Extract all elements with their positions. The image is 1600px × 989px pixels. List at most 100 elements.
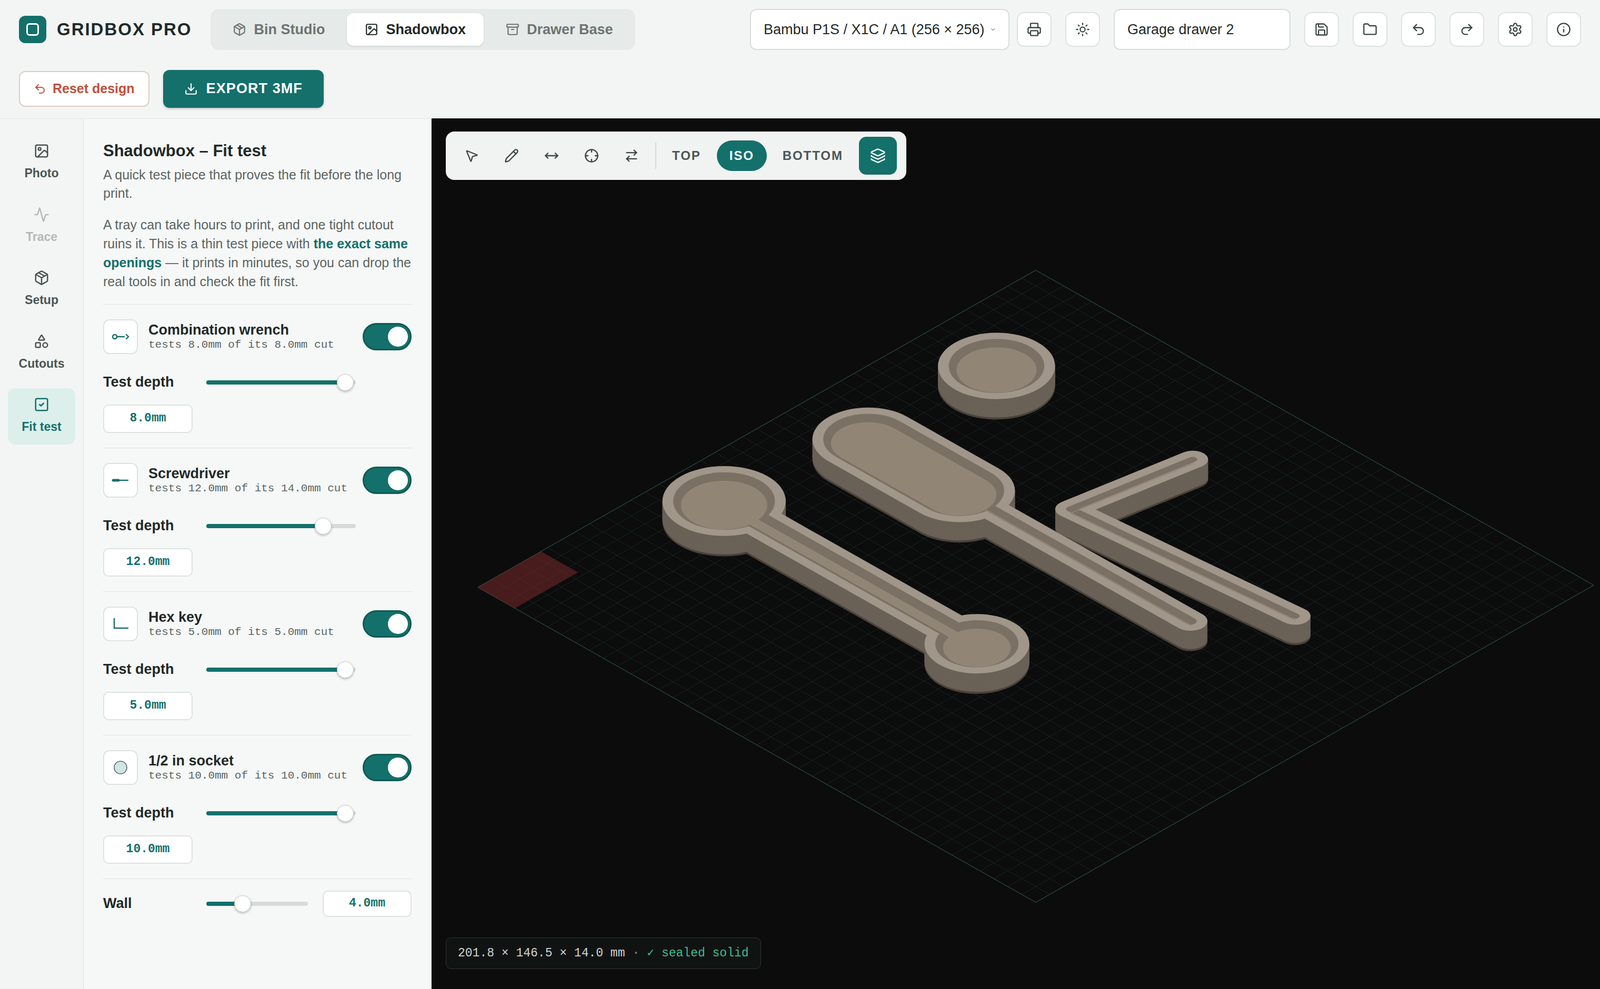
fit-test-panel: Shadowbox – Fit testA quick test piece t… xyxy=(83,118,432,989)
reset-icon xyxy=(33,82,47,96)
rail-icon xyxy=(33,270,50,286)
depth-value[interactable]: 5.0mm xyxy=(103,692,193,721)
app: GRIDBOX PROBin StudioShadowboxDrawer Bas… xyxy=(0,0,1600,989)
fit-test-model[interactable] xyxy=(636,307,1409,766)
item-icon-box xyxy=(103,319,138,355)
slider-fill xyxy=(206,811,346,816)
slider[interactable] xyxy=(206,374,356,392)
item-icon-box xyxy=(103,750,138,786)
slider[interactable] xyxy=(206,661,356,679)
viewport[interactable]: TOPISOBOTTOM 201.8 × 146.5 × 14.0 mm · ✓ se… xyxy=(431,118,1600,989)
slider-knob[interactable] xyxy=(336,374,354,392)
mode-tab[interactable]: Bin Studio xyxy=(214,13,343,46)
theme-button[interactable] xyxy=(1065,12,1100,47)
depth-value[interactable]: 12.0mm xyxy=(103,548,193,577)
action-bar: Reset design EXPORT 3MF xyxy=(0,58,1600,119)
undo-button[interactable] xyxy=(1401,12,1436,47)
wall-value[interactable]: 4.0mm xyxy=(322,891,412,918)
toggle[interactable] xyxy=(362,754,412,782)
depth-value[interactable]: 10.0mm xyxy=(103,835,193,865)
slider[interactable] xyxy=(206,517,356,535)
folder-icon xyxy=(1362,22,1378,37)
mode-icon xyxy=(364,22,379,37)
item-name: Screwdriver xyxy=(148,465,353,483)
item-detail: tests 8.0mm of its 8.0mm cut xyxy=(148,338,353,352)
toggle[interactable] xyxy=(362,466,412,495)
select-tool[interactable] xyxy=(455,139,488,173)
sun-icon xyxy=(1075,22,1090,37)
view-button[interactable]: ISO xyxy=(716,140,767,172)
viewport-toolbar: TOPISOBOTTOM xyxy=(445,131,907,180)
origin-marker xyxy=(477,551,579,609)
step-rail: PhotoTraceSetupCutoutsFit test xyxy=(0,118,84,989)
build-plate-view[interactable] xyxy=(431,118,1600,989)
printer-select[interactable]: Bambu P1S / X1C / A1 (256 × 256) xyxy=(750,8,1010,50)
status-readout: 201.8 × 146.5 × 14.0 mm · ✓ sealed solid xyxy=(445,937,762,970)
settings-button[interactable] xyxy=(1497,12,1533,47)
toolbar-divider xyxy=(655,142,657,169)
toggle[interactable] xyxy=(362,323,412,351)
header: GRIDBOX PROBin StudioShadowboxDrawer Bas… xyxy=(0,0,1600,59)
wall-row: Wall4.0mm xyxy=(103,879,412,918)
rail-icon xyxy=(33,333,50,350)
depth-label: Test depth xyxy=(103,658,207,681)
draw-tool[interactable] xyxy=(495,139,528,173)
item-icon-box xyxy=(103,463,138,498)
measure-tool[interactable] xyxy=(535,139,568,173)
slider-track xyxy=(206,811,356,816)
depth-label: Test depth xyxy=(103,802,207,825)
slider[interactable] xyxy=(206,805,356,823)
toggle-knob xyxy=(387,614,408,635)
mode-tab[interactable]: Drawer Base xyxy=(487,13,632,46)
slider-knob[interactable] xyxy=(314,517,332,535)
printer-icon xyxy=(1026,22,1042,37)
rail-item[interactable]: Fit test xyxy=(7,388,76,445)
depth-value[interactable]: 8.0mm xyxy=(103,404,193,434)
pointer-icon xyxy=(464,148,479,164)
export-button[interactable]: EXPORT 3MF xyxy=(163,70,324,108)
rail-item[interactable]: Cutouts xyxy=(7,325,76,382)
item-name: Hex key xyxy=(148,608,353,626)
panel-subtitle: A quick test piece that proves the fit b… xyxy=(103,165,412,203)
view-button[interactable]: TOP xyxy=(663,140,710,172)
center-tool[interactable] xyxy=(575,139,608,173)
printer-button[interactable] xyxy=(1016,12,1052,47)
hex-key-icon xyxy=(110,613,132,635)
item-detail: tests 5.0mm of its 5.0mm cut xyxy=(148,625,353,639)
toggle[interactable] xyxy=(362,610,412,638)
save-icon xyxy=(1314,22,1329,37)
mirror-tool[interactable] xyxy=(615,139,648,173)
rail-item[interactable]: Photo xyxy=(7,134,76,192)
reset-button[interactable]: Reset design xyxy=(18,71,150,107)
view-button[interactable]: BOTTOM xyxy=(774,140,852,172)
item-detail: tests 10.0mm of its 10.0mm cut xyxy=(148,769,353,783)
rail-item[interactable]: Setup xyxy=(7,261,76,318)
slider-fill xyxy=(206,667,346,673)
slider-knob[interactable] xyxy=(234,895,252,913)
save-button[interactable] xyxy=(1304,12,1339,47)
project-name-field[interactable]: Garage drawer 2 xyxy=(1113,8,1291,50)
open-button[interactable] xyxy=(1352,12,1388,47)
item-detail: tests 12.0mm of its 14.0mm cut xyxy=(148,482,353,496)
mode-tab[interactable]: Shadowbox xyxy=(346,13,484,46)
slider[interactable] xyxy=(206,895,308,913)
toggle-knob xyxy=(387,757,408,778)
slider-knob[interactable] xyxy=(336,805,354,823)
redo-icon xyxy=(1459,22,1475,37)
rail-icon xyxy=(33,396,50,413)
socket-icon xyxy=(110,757,132,779)
layers-button[interactable] xyxy=(858,136,897,175)
layers-icon xyxy=(870,147,886,164)
seal-check: ✓ sealed solid xyxy=(646,944,749,964)
dimensions: 201.8 × 146.5 × 14.0 mm xyxy=(457,944,625,964)
redo-button[interactable] xyxy=(1449,12,1485,47)
toggle-knob xyxy=(387,470,408,491)
header-right: Bambu P1S / X1C / A1 (256 × 256) Garage d… xyxy=(750,8,1582,50)
build-plate xyxy=(477,270,1594,904)
info-button[interactable] xyxy=(1546,12,1582,47)
slider-knob[interactable] xyxy=(336,661,354,679)
separator: · xyxy=(632,944,640,964)
test-item: Hex keytests 5.0mm of its 5.0mm cut Test … xyxy=(103,592,412,736)
screwdriver-icon xyxy=(110,470,132,492)
slider-track xyxy=(206,902,308,907)
